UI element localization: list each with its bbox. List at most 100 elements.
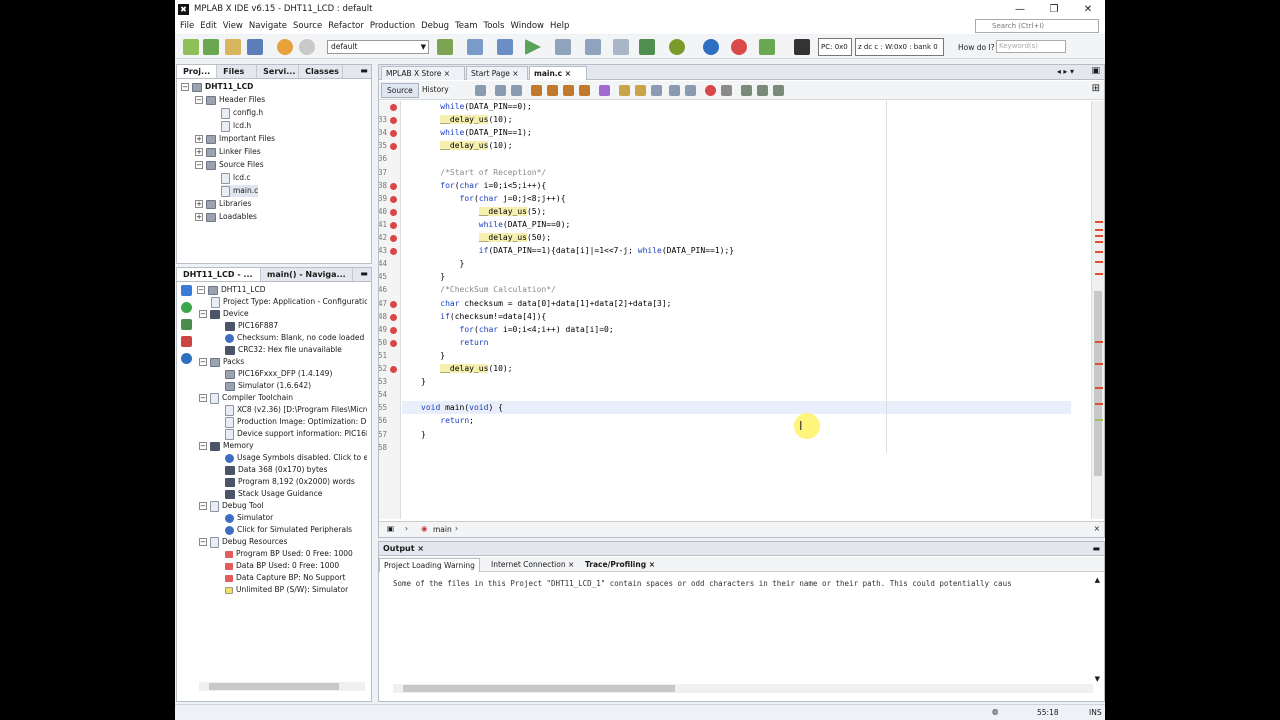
error-mark[interactable] [1095,387,1103,389]
error-annotation-icon[interactable] [390,300,397,308]
insert-mode[interactable]: INS [1089,708,1102,717]
code-area[interactable]: while(DATA_PIN==0); 33 __delay_us(10); 34 … [379,101,1085,519]
dash-item-packs[interactable]: − Packs [199,356,244,368]
program-device-icon[interactable] [585,39,601,55]
back-icon[interactable] [495,85,506,96]
keyword-input[interactable]: Keyword(s) [996,40,1066,53]
close-icon[interactable]: × [649,560,655,569]
error-annotation-icon[interactable] [390,221,397,229]
notifications-icon[interactable]: ◍ [992,707,999,716]
find-previous-icon[interactable] [531,85,542,96]
compare-icon[interactable] [757,85,768,96]
menu-debug[interactable]: Debug [418,21,452,31]
start-macro-icon[interactable] [705,85,716,96]
code-line[interactable]: while(DATA_PIN==1); [421,128,532,137]
error-annotation-icon[interactable] [390,130,397,138]
tab-internet-connection[interactable]: Internet Connection × [487,558,578,572]
error-mark[interactable] [1095,273,1103,275]
error-annotation-icon[interactable] [390,182,397,190]
dash-item-debug-tool[interactable]: − Debug Tool [199,500,264,512]
diff-icon[interactable] [741,85,752,96]
code-line[interactable]: while(DATA_PIN==0); [421,102,532,111]
tree-item-important-files[interactable]: + Important Files [195,133,275,145]
pdf-icon[interactable] [181,336,192,347]
minimize-panel-icon[interactable]: ▬ [1092,542,1100,555]
error-annotation-icon[interactable] [390,248,397,256]
tab-classes[interactable]: Classes [299,65,344,78]
restore-button[interactable]: ❐ [1037,4,1071,15]
clean-build-icon[interactable] [497,39,513,55]
dv-icon[interactable] [669,39,685,55]
dash-item-simulator[interactable]: Simulator [225,512,273,524]
dash-item-stack-usage[interactable]: Stack Usage Guidance [225,488,322,500]
code-line[interactable]: } [421,351,445,360]
code-line[interactable]: return [421,338,489,347]
dash-item-project-type[interactable]: Project Type: Application - Configuratio… [211,296,367,308]
nav-function-label[interactable]: main [433,525,452,534]
sync-icon[interactable] [181,302,192,313]
error-annotation-icon[interactable] [390,143,397,151]
dash-item-simulator-pack[interactable]: Simulator (1.6.642) [225,380,311,392]
scroll-up-icon[interactable]: ▲ [1095,576,1100,584]
mcc-icon[interactable] [703,39,719,55]
code-line[interactable]: void main(void) { [421,403,503,412]
tree-item-main-c[interactable]: main.c [221,185,259,197]
search-input[interactable]: Search (Ctrl+I) [975,19,1099,33]
run-icon[interactable] [525,39,541,55]
code-line[interactable]: } [421,259,465,268]
code-line[interactable]: /*Start of Reception*/ [421,168,546,177]
tree-item-config-h[interactable]: config.h [221,107,263,119]
tree-item-libraries[interactable]: + Libraries [195,198,251,210]
tab-main-c[interactable]: main.c × [529,66,587,80]
undo-icon[interactable] [277,39,293,55]
warning-mark[interactable] [1095,419,1103,421]
code-line[interactable]: __delay_us(10); [421,115,513,125]
tree-item-project[interactable]: − DHT11_LCD [181,81,253,93]
tab-nav-arrows-icon[interactable]: ◂ ▸ ▾ [1057,67,1074,76]
error-annotation-icon[interactable] [390,339,397,347]
error-annotation-icon[interactable] [390,313,397,321]
menu-team[interactable]: Team [452,21,480,31]
close-icon[interactable]: × [1094,524,1100,533]
shift-right-icon[interactable] [669,85,680,96]
maximize-icon[interactable]: ▣ [1091,66,1100,76]
error-annotation-icon[interactable] [390,235,397,242]
read-device-icon[interactable] [639,39,655,55]
dash-item-simulated-peripherals[interactable]: Click for Simulated Peripherals [225,524,352,536]
error-mark[interactable] [1095,261,1103,263]
close-icon[interactable]: × [568,560,574,569]
tab-project-loading-warning[interactable]: Project Loading Warning [379,558,480,572]
last-edit-icon[interactable] [475,85,486,96]
previous-bookmark-icon[interactable] [619,85,630,96]
close-button[interactable]: ✕ [1071,4,1105,15]
harmony-icon[interactable] [731,39,747,55]
dashboard-hscroll[interactable] [199,682,365,691]
dash-item-project[interactable]: − DHT11_LCD [197,284,265,296]
tree-item-header-files[interactable]: − Header Files [195,94,265,106]
code-line[interactable]: } [421,272,445,281]
toggle-highlight-icon[interactable] [579,85,590,96]
code-line[interactable]: __delay_us(50); [421,233,551,242]
code-line[interactable]: if(DATA_PIN==1){data[i]|=1<<7-j; while(D… [421,246,734,255]
scroll-thumb[interactable] [403,685,675,692]
output-hscroll[interactable] [393,684,1093,693]
error-mark[interactable] [1095,241,1103,243]
menu-tools[interactable]: Tools [481,21,508,31]
dash-item-compiler[interactable]: − Compiler Toolchain [199,392,293,404]
history-button[interactable]: History [417,83,454,98]
store-cart-icon[interactable] [759,39,775,55]
error-annotation-icon[interactable] [390,195,397,203]
code-line[interactable]: char checksum = data[0]+data[1]+data[2]+… [421,299,671,308]
minimize-panel-icon[interactable]: ▬ [359,269,369,279]
error-mark[interactable] [1095,251,1103,253]
error-annotation-icon[interactable] [390,326,397,334]
code-line[interactable]: } [421,430,426,439]
menu-refactor[interactable]: Refactor [325,21,367,31]
code-line[interactable]: while(DATA_PIN==0); [421,220,571,229]
dash-item-device[interactable]: − Device [199,308,249,320]
comment-icon[interactable] [685,85,696,96]
error-annotation-icon[interactable] [390,104,397,111]
find-next-icon[interactable] [547,85,558,96]
tab-mplab-store[interactable]: MPLAB X Store × [381,66,465,80]
tab-services[interactable]: Servi... [257,65,300,78]
